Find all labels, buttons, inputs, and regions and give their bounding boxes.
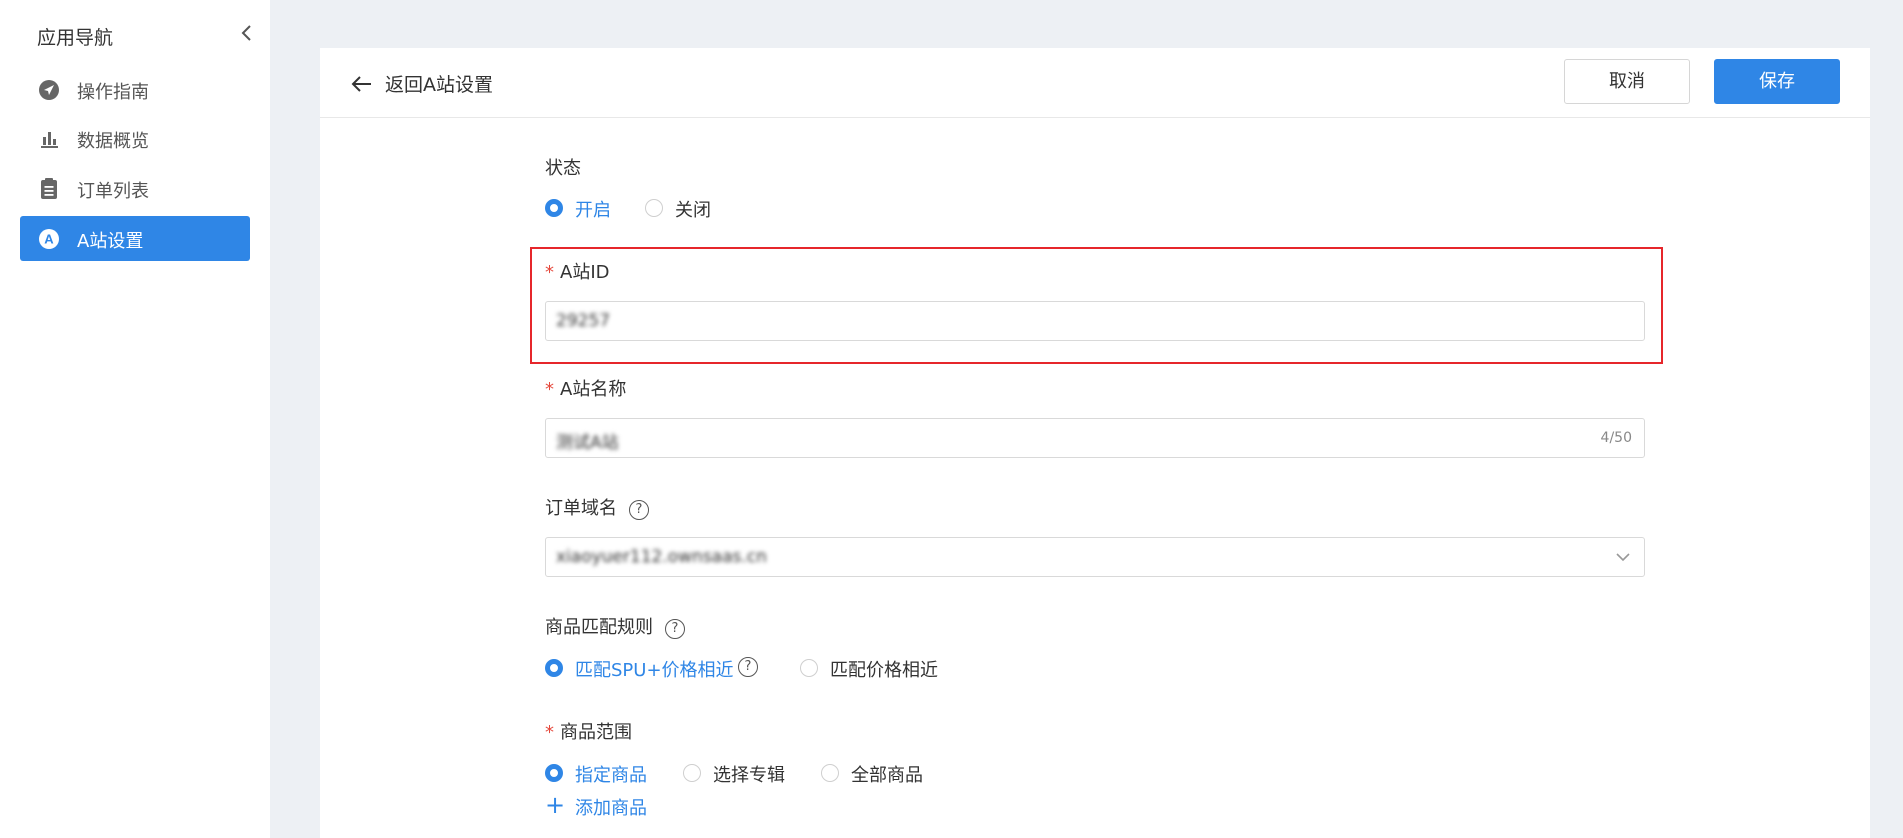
sidebar-header: 应用导航 <box>0 0 270 70</box>
site-id-input[interactable]: 29257 <box>545 301 1645 341</box>
site-id-label: * A站ID <box>545 258 609 284</box>
match-rule-label: 商品匹配规则? <box>545 613 685 639</box>
sidebar-item-a-site-settings[interactable]: A A站设置 <box>20 216 250 261</box>
required-mark: * <box>545 262 554 283</box>
order-domain-select[interactable]: xiaoyuer112.ownsaas.cn <box>545 537 1645 577</box>
help-icon[interactable]: ? <box>629 500 649 520</box>
sidebar-title: 应用导航 <box>37 27 114 49</box>
sidebar: 应用导航 操作指南 数据概览 订单列表 A A站设置 <box>0 0 270 838</box>
sidebar-item-label: 数据概览 <box>77 131 149 152</box>
match-rule-radio-spu-price[interactable]: 匹配SPU+价格相近 <box>545 656 770 681</box>
sidebar-item-label: 操作指南 <box>77 82 149 103</box>
required-mark: * <box>545 722 554 743</box>
radio-dot <box>545 764 563 782</box>
bar-chart-icon <box>37 127 61 151</box>
collapse-sidebar-icon[interactable] <box>236 22 258 44</box>
radio-label: 匹配SPU+价格相近 <box>575 660 734 681</box>
help-icon[interactable]: ? <box>738 657 758 677</box>
svg-text:A: A <box>44 232 54 247</box>
arrow-left-icon <box>351 76 371 92</box>
a-circle-icon: A <box>37 227 61 251</box>
radio-dot <box>821 764 839 782</box>
add-product-label: 添加商品 <box>575 798 647 819</box>
radio-label: 关闭 <box>675 200 711 221</box>
radio-dot <box>545 659 563 677</box>
status-label: 状态 <box>545 158 581 179</box>
radio-dot <box>800 659 818 677</box>
site-name-label-text: A站名称 <box>560 379 627 400</box>
sidebar-item-label: 订单列表 <box>77 181 149 202</box>
radio-label: 指定商品 <box>575 765 647 786</box>
order-domain-label: 订单域名? <box>545 494 649 520</box>
product-scope-label-text: 商品范围 <box>560 722 632 743</box>
back-label: 返回A站设置 <box>385 74 493 96</box>
site-name-label: * A站名称 <box>545 375 626 401</box>
sidebar-item-label: A站设置 <box>77 231 144 252</box>
site-name-input[interactable]: 测试A站 4/50 <box>545 418 1645 458</box>
navigation-icon <box>37 78 61 102</box>
radio-label: 全部商品 <box>851 765 923 786</box>
card-header: 返回A站设置 取消 保存 <box>320 48 1870 118</box>
radio-label: 开启 <box>575 200 611 221</box>
radio-label: 选择专辑 <box>713 765 785 786</box>
radio-dot <box>683 764 701 782</box>
product-scope-label: * 商品范围 <box>545 718 632 744</box>
radio-dot <box>645 199 663 217</box>
radio-dot <box>545 199 563 217</box>
char-counter: 4/50 <box>1600 430 1632 446</box>
plus-icon: + <box>545 791 566 819</box>
chevron-down-icon <box>1614 548 1632 566</box>
site-id-value: 29257 <box>556 311 611 331</box>
required-mark: * <box>545 379 554 400</box>
help-icon[interactable]: ? <box>665 619 685 639</box>
order-domain-value: xiaoyuer112.ownsaas.cn <box>556 547 767 567</box>
save-button[interactable]: 保存 <box>1714 59 1840 104</box>
sidebar-item-overview[interactable]: 数据概览 <box>20 116 250 161</box>
site-name-value: 测试A站 <box>556 433 619 453</box>
sidebar-item-guide[interactable]: 操作指南 <box>20 67 250 112</box>
match-rule-label-text: 商品匹配规则 <box>545 617 653 638</box>
site-id-label-text: A站ID <box>560 262 610 283</box>
clipboard-icon <box>37 177 61 201</box>
order-domain-label-text: 订单域名 <box>545 498 617 519</box>
cancel-button[interactable]: 取消 <box>1564 59 1690 104</box>
settings-card: 返回A站设置 取消 保存 状态 开启 关闭 * A站ID 29257 * A站名称 … <box>320 48 1870 838</box>
sidebar-item-orders[interactable]: 订单列表 <box>20 166 250 211</box>
radio-label: 匹配价格相近 <box>830 660 938 681</box>
